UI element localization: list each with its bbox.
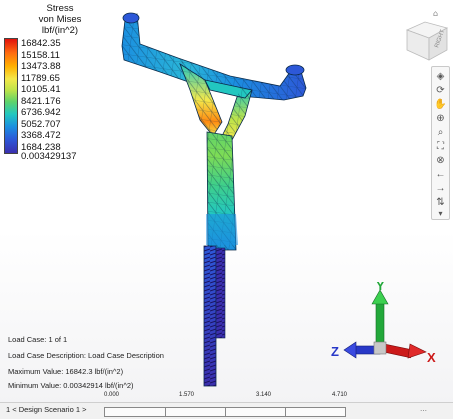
timeline-tick: 0.000 xyxy=(104,392,120,398)
view-cube[interactable]: RIGHT ⌂ xyxy=(395,8,453,62)
bar-grip-icon: ⋯ xyxy=(420,408,427,415)
cube-icon[interactable]: ◈ xyxy=(434,70,447,83)
graphics-viewport[interactable]: Stress von Mises lbf/(in^2) 16842.35 151… xyxy=(0,0,453,419)
load-case-description-text: Load Case Description: Load Case Descrip… xyxy=(8,351,164,360)
settings-icon[interactable]: ▾ xyxy=(434,207,447,220)
navigation-bar: ◈ ⟳ ✋ ⊕ ⌕ ⛶ ⊗ ← → ⇅ ▾ xyxy=(431,66,450,220)
timeline-tick: 1.570 xyxy=(179,392,195,398)
max-value-text: Maximum Value: 16842.3 lbf/(in^2) xyxy=(8,367,124,376)
axis-y-label: Y xyxy=(376,282,385,293)
timeline-tick: 4.710 xyxy=(332,392,348,398)
axis-z-label: Z xyxy=(331,344,339,359)
timeline-tick: 3.140 xyxy=(256,392,272,398)
timeline-slider[interactable] xyxy=(104,407,346,417)
pan-icon[interactable]: ✋ xyxy=(434,98,447,111)
min-value-text: Minimum Value: 0.00342914 lbf/(in^2) xyxy=(8,381,134,390)
next-view-icon[interactable]: → xyxy=(434,182,447,195)
load-case-text: Load Case: 1 of 1 xyxy=(8,335,68,344)
design-scenario-bar: 1 < Design Scenario 1 > ⋯ xyxy=(0,402,453,419)
axis-x-label: X xyxy=(427,350,436,365)
fit-icon[interactable]: ⛶ xyxy=(434,140,447,153)
axis-triad: Y X Z xyxy=(330,278,440,382)
zoom-icon[interactable]: ⊕ xyxy=(434,112,447,125)
zoom-window-icon[interactable]: ⌕ xyxy=(434,126,447,139)
prev-view-icon[interactable]: ← xyxy=(434,168,447,181)
home-icon: ⌂ xyxy=(433,9,438,18)
orbit-icon[interactable]: ⟳ xyxy=(434,84,447,97)
look-at-icon[interactable]: ⊗ xyxy=(434,154,447,167)
design-scenario-selector[interactable]: 1 < Design Scenario 1 > xyxy=(6,405,86,414)
